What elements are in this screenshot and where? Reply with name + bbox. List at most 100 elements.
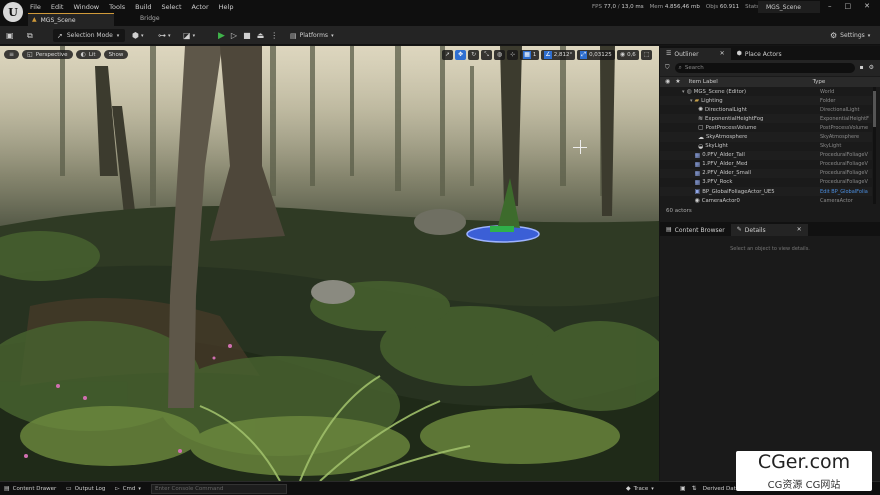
perspective-label: Perspective [35, 51, 68, 58]
outliner-row-type: Folder [820, 97, 836, 104]
cloud-icon: ☁ [698, 133, 704, 141]
unreal-logo-icon[interactable]: U [3, 2, 23, 22]
grid-icon: ▦ [523, 50, 531, 59]
tab-place-actors[interactable]: ⬢ Place Actors [731, 48, 788, 60]
maximize-viewport-button[interactable]: ⬚ [640, 49, 653, 60]
tab-mgs-scene[interactable]: ▲ MGS_Scene [28, 13, 114, 26]
close-icon[interactable]: ✕ [864, 2, 870, 10]
outliner-icon: ☰ [666, 50, 672, 57]
chevron-down-icon: ▾ [192, 32, 196, 39]
tab-details[interactable]: ✎ Details ✕ [730, 224, 808, 236]
eject-icon[interactable]: ⏏ [257, 31, 265, 40]
menu-edit[interactable]: Edit [51, 3, 64, 11]
outliner-row[interactable]: ≋ ExponentialHeightFog ExponentialHeightF [660, 114, 872, 124]
cube-icon[interactable]: ▣ [680, 485, 686, 493]
tab-outliner[interactable]: ☰ Outliner ✕ [660, 48, 731, 60]
scale-tool-button[interactable]: ⤡ [481, 49, 492, 60]
add-folder-icon[interactable]: ▪ [860, 64, 864, 72]
settings-button[interactable]: ⚙ Settings ▾ [830, 29, 876, 42]
col-type[interactable]: Type [813, 79, 826, 85]
expand-arrow-icon[interactable]: ▾ [682, 89, 685, 95]
cmd-dropdown[interactable]: ▻ Cmd ▾ [115, 484, 141, 494]
menu-window[interactable]: Window [73, 3, 99, 11]
outliner-row[interactable]: ▾◉CameraActor0CameraActor [660, 196, 872, 204]
angle-snap-toggle[interactable]: ∠ 2,812° [541, 49, 576, 60]
select-tool-button[interactable]: ➚ [442, 49, 454, 60]
surface-snap-button[interactable]: ⊹ [507, 49, 519, 60]
show-button[interactable]: Show [103, 50, 129, 59]
menu-actor[interactable]: Actor [192, 3, 209, 11]
rotate-tool-button[interactable]: ↻ [468, 49, 480, 60]
viewport-menu-button[interactable]: ≡ [4, 50, 20, 59]
world-space-button[interactable]: ◍ [493, 49, 506, 60]
tab-content-browser[interactable]: ▤ Content Browser [660, 224, 731, 236]
outliner-row-type[interactable]: Edit BP_GlobalFolia [820, 189, 872, 195]
menu-file[interactable]: File [30, 3, 41, 11]
outliner-row-label: SkyAtmosphere [706, 134, 748, 141]
outliner-row[interactable]: ▾▦3.PFV_RockProceduralFoliageV [660, 178, 872, 187]
eye-icon[interactable]: ◉ [665, 78, 670, 86]
star-icon[interactable]: ★ [675, 78, 680, 86]
content-drawer-button[interactable]: ▤ Content Drawer [4, 484, 56, 494]
filter-icon[interactable]: ⛉ [665, 64, 670, 72]
content-icon[interactable]: ⧉ [27, 29, 33, 42]
gear-icon[interactable]: ⚙ [869, 64, 874, 72]
level-viewport[interactable]: ≡ ◱ Perspective ◐ Lit Show ➚ ✥ ↻ ⤡ ◍ ⊹ ▦ 1 … [0, 46, 659, 481]
expand-arrow-icon[interactable]: ▾ [690, 98, 693, 104]
outliner-row[interactable]: ▾▦2.PFV_Alder_SmallProceduralFoliageV [660, 168, 872, 178]
derived-data-label[interactable]: Derived Data [703, 486, 739, 492]
scrollbar-thumb[interactable] [873, 91, 876, 127]
console-input[interactable]: Enter Console Command [151, 484, 287, 494]
menu-tools[interactable]: Tools [109, 3, 125, 11]
perf-stats: FPS 77,0 / 13,0 ms Mem 4.856,46 mb Objs … [592, 4, 764, 10]
outliner-row[interactable]: ▢ PostProcessVolume PostProcessVolume [660, 123, 872, 132]
sun-icon: ✺ [698, 106, 704, 114]
outliner-row-label: BP_GlobalFoliageActor_UE5 [702, 188, 775, 195]
minimize-icon[interactable]: – [828, 2, 832, 10]
platforms-dropdown[interactable]: ▤ Platforms ▾ [290, 29, 344, 42]
more-options-icon[interactable]: ⋮ [270, 31, 278, 40]
camera-speed-button[interactable]: ◉ 0,6 [616, 49, 639, 60]
close-icon[interactable]: ✕ [720, 50, 725, 58]
play-icon[interactable]: ▶ [218, 31, 225, 40]
blueprint-button[interactable]: ⊶ ▾ [158, 29, 171, 42]
outliner-row-label: ExponentialHeightFog [705, 115, 764, 122]
perspective-button[interactable]: ◱ Perspective [22, 50, 73, 59]
close-icon[interactable]: ✕ [797, 226, 802, 234]
tab-bridge[interactable]: Bridge [140, 15, 160, 22]
menu-select[interactable]: Select [161, 3, 181, 11]
fog-icon: ≋ [698, 115, 704, 123]
save-icon[interactable]: ▣ [6, 29, 14, 42]
menu-build[interactable]: Build [135, 3, 151, 11]
camera-icon: ◉ [694, 197, 700, 204]
output-log-button[interactable]: ▭ Output Log [66, 484, 105, 494]
menu-help[interactable]: Help [219, 3, 234, 11]
maximize-icon[interactable]: □ [845, 2, 852, 10]
scale-snap-value: 0,03125 [589, 51, 612, 58]
outliner-row[interactable]: ◒ SkyLight SkyLight [660, 142, 872, 151]
outliner-row[interactable]: ▾ ◍ MGS_Scene (Editor) World [660, 87, 872, 96]
trace-button[interactable]: ◆ Trace ▾ [626, 484, 654, 494]
step-icon[interactable]: ▷ [231, 31, 237, 40]
grid-snap-toggle[interactable]: ▦ 1 [520, 49, 540, 60]
outliner-row[interactable]: ▾▦0.PFV_Alder_TallProceduralFoliageV [660, 150, 872, 160]
outliner-row[interactable]: ▾▦1.PFV_Alder_MedProceduralFoliageV [660, 160, 872, 169]
cinematics-button[interactable]: ◪ ▾ [183, 29, 195, 42]
perspective-icon: ◱ [27, 50, 33, 58]
outliner-row[interactable]: ▾ ▰ Lighting Folder [660, 96, 872, 106]
outliner-search-input[interactable]: ⌕ Search [674, 63, 855, 73]
selection-mode-dropdown[interactable]: ➚ Selection Mode ▾ [53, 29, 125, 42]
add-actor-button[interactable]: ⬢ ▾ [132, 29, 144, 42]
stop-icon[interactable]: ■ [243, 31, 251, 40]
outliner-scrollbar[interactable] [873, 87, 876, 204]
outliner-row[interactable]: ☁ SkyAtmosphere SkyAtmosphere [660, 132, 872, 142]
outliner-row[interactable]: ▾▣BP_GlobalFoliageActor_UE5Edit BP_Globa… [660, 187, 872, 197]
outliner-row-name: ≋ ExponentialHeightFog [660, 115, 820, 122]
lit-button[interactable]: ◐ Lit [75, 50, 101, 59]
outliner-row-name: ☁ SkyAtmosphere [660, 134, 820, 141]
scale-snap-toggle[interactable]: ⤢ 0,03125 [577, 49, 615, 60]
outliner-row[interactable]: ✺ DirectionalLight DirectionalLight [660, 105, 872, 114]
globe-icon: ◍ [496, 50, 503, 58]
col-item-label[interactable]: Item Label [689, 79, 813, 85]
translate-tool-button[interactable]: ✥ [455, 49, 467, 60]
